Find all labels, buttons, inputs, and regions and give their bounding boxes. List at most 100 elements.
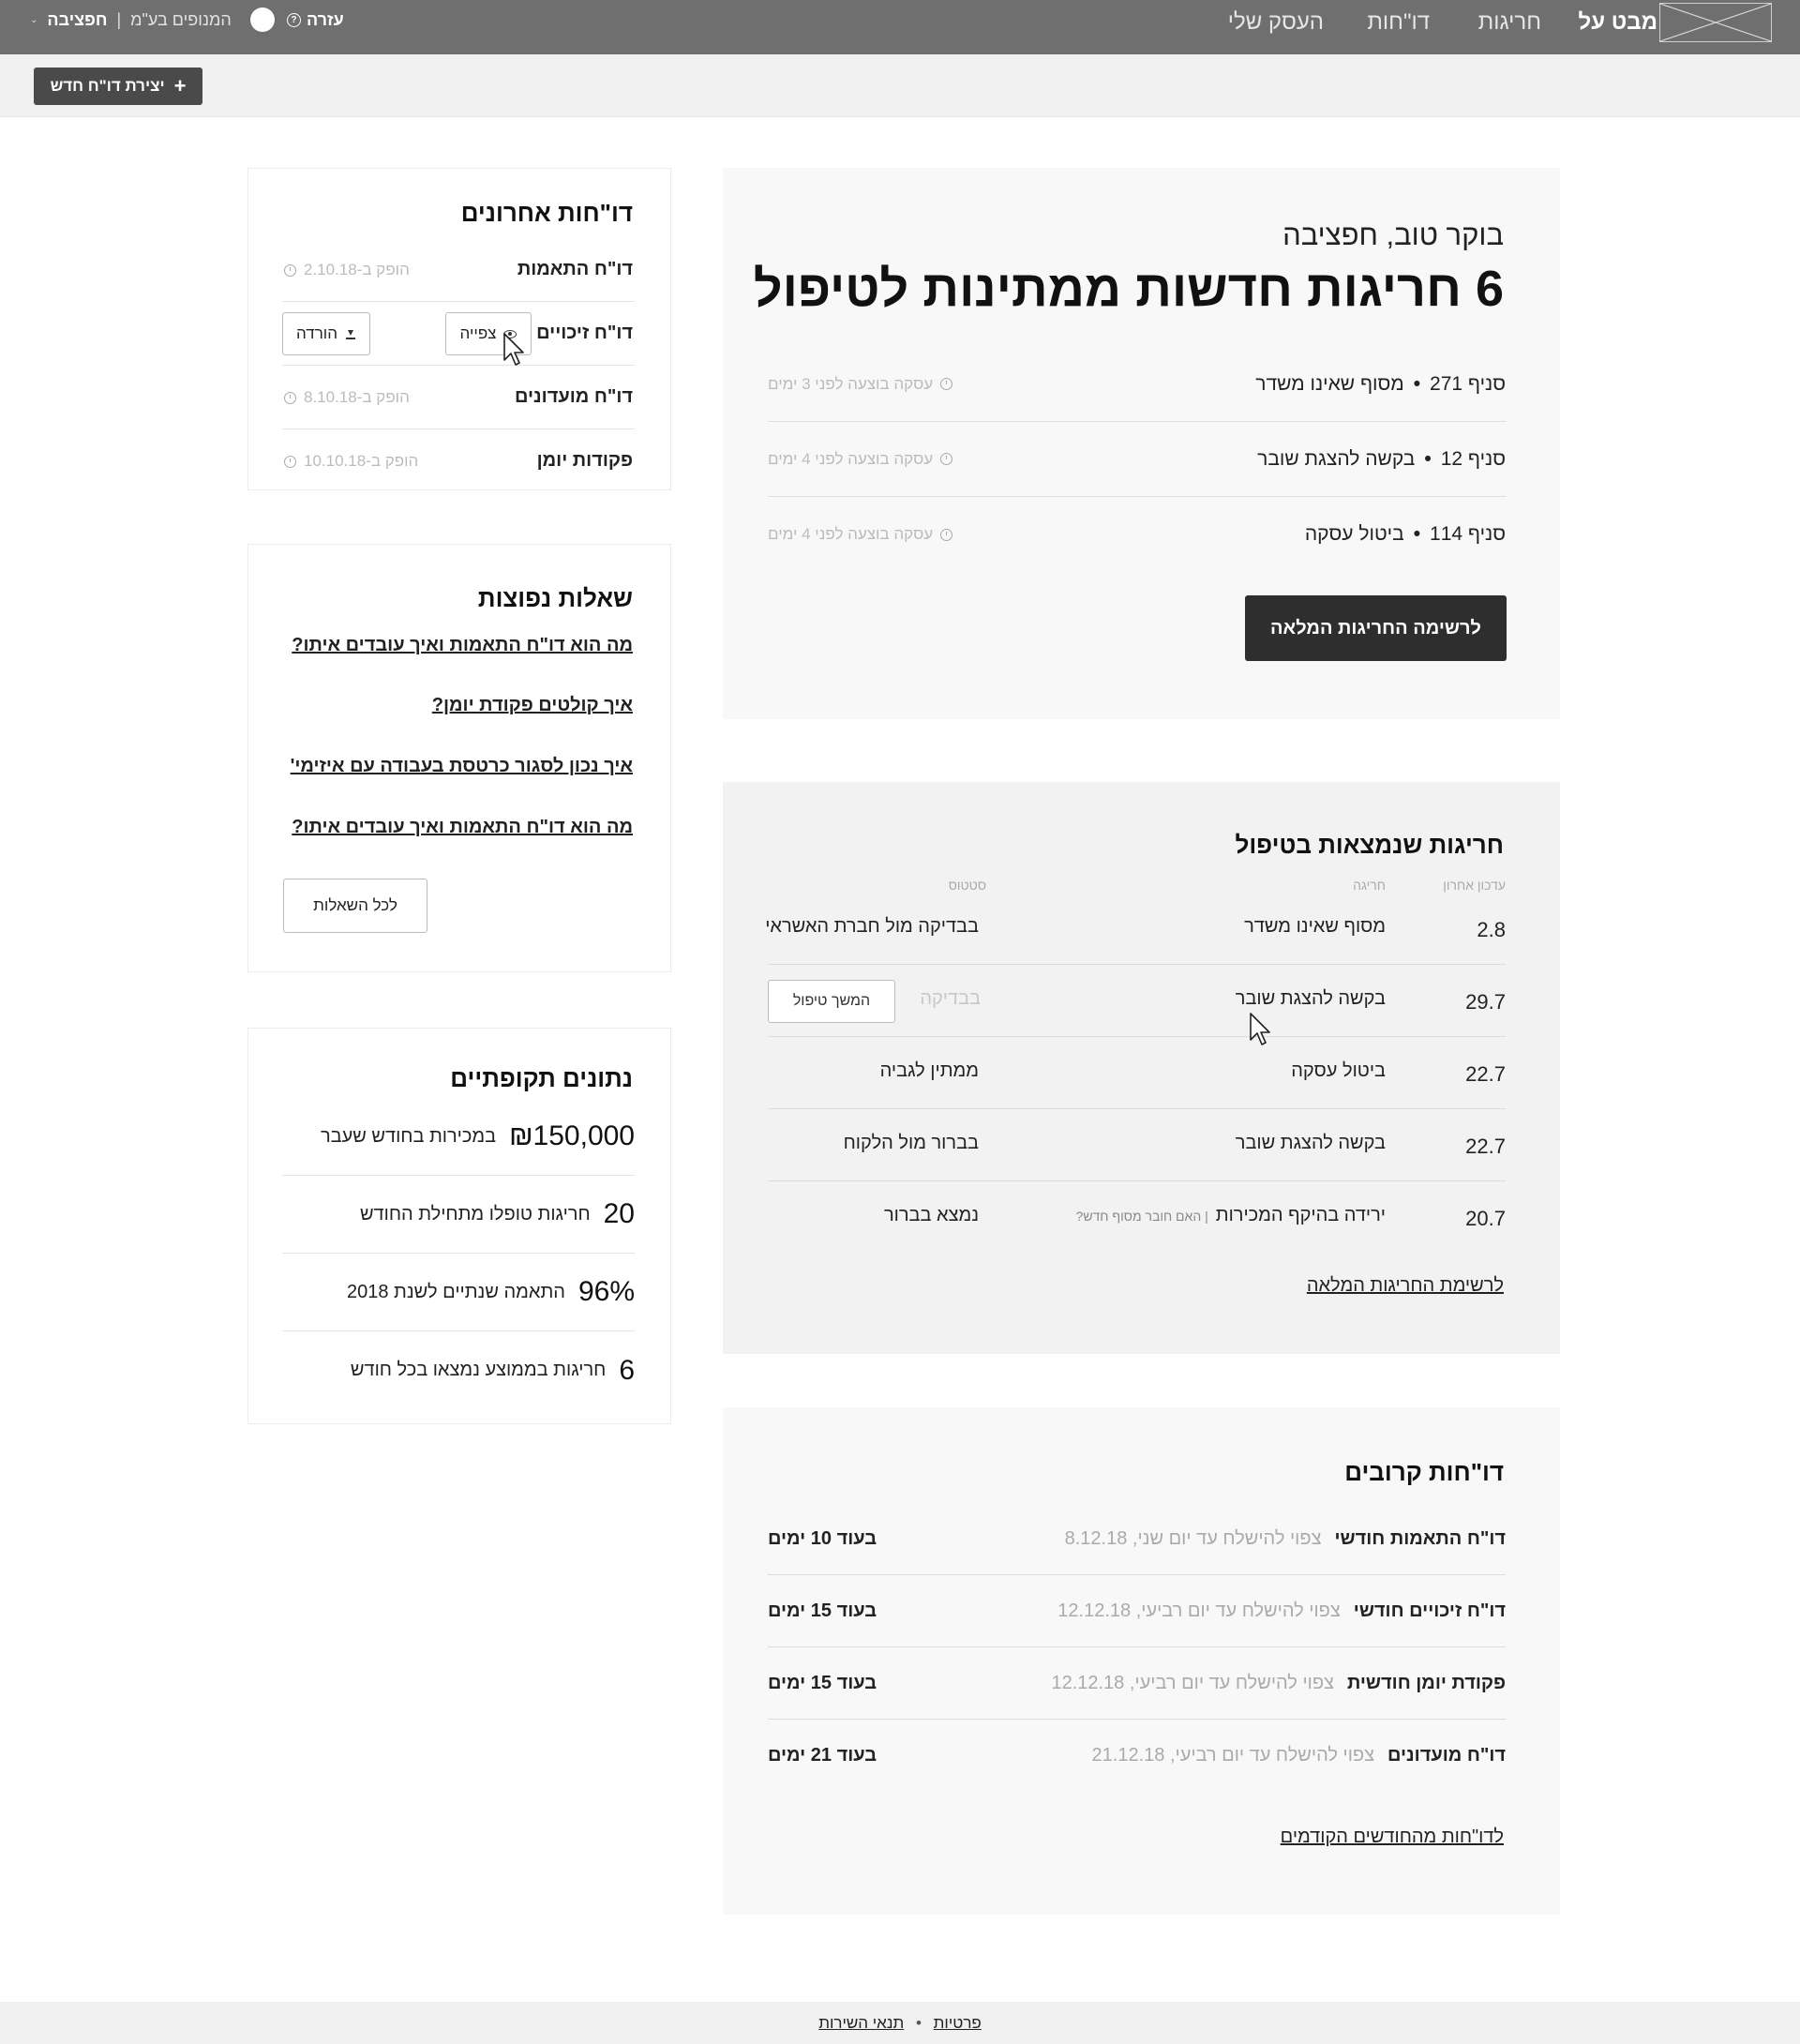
new-report-button[interactable]: + יצירת דו"ח חדש (34, 68, 202, 105)
table-row[interactable]: 2.8 מסוף שאינו משדר בבדיקה מול חברת האשר… (765, 893, 1506, 965)
report-info: דו"ח מועדונים צפוי להישלח עד יום רביעי, 2… (1092, 1745, 1506, 1766)
stat-row: 96% התאמה שנתיים לשנת 2018 (282, 1254, 635, 1331)
page-title: 6 חריגות חדשות ממתינות לטיפול (753, 261, 1504, 317)
view-label: צפייה (459, 324, 497, 342)
exception-item[interactable]: סניף 12 • בקשה להצגת שובר עסקה בוצעה לפני … (768, 422, 1506, 497)
avatar[interactable] (249, 8, 275, 32)
clock-icon (940, 528, 953, 541)
faq-link[interactable]: איך קולטים פקודת יומן? (432, 695, 633, 716)
clock-icon (284, 263, 296, 277)
stat-row: ₪150,000 במכירות בחודש שעבר (282, 1098, 635, 1176)
nav-reports[interactable]: דו"חות (1367, 9, 1430, 36)
continue-handling-button[interactable]: המשך טיפול (768, 980, 895, 1023)
list-item[interactable]: דו"ח התאמות חודשי צפוי להישלח עד יום שני,… (768, 1503, 1506, 1575)
footer: פרטיות • תנאי השירות (0, 2002, 1800, 2044)
exception-desc: בקשה להצגת שובר (1257, 447, 1416, 470)
row-date: 22.7 (1465, 1135, 1506, 1158)
stat-label: התאמה שנתיים לשנת 2018 (346, 1281, 565, 1302)
report-meta: הופק ב-8.10.18 (284, 388, 410, 407)
column-header-issue: חריגה (1353, 878, 1386, 893)
exception-main: סניף 12 • בקשה להצגת שובר (1257, 448, 1506, 471)
exception-item[interactable]: סניף 114 • ביטול עסקה עסקה בוצעה לפני 4 ימ… (768, 497, 1506, 572)
clock-icon (940, 378, 953, 390)
section-title: חריגות שנמצאות בטיפול (1235, 831, 1504, 859)
logo-placeholder-icon[interactable] (1659, 3, 1772, 42)
nav-exceptions[interactable]: חריגות (1478, 9, 1541, 36)
full-exceptions-link[interactable]: לרשימת החריגות המלאה (1307, 1275, 1504, 1297)
faq-card: שאלות נפוצות מה הוא דו"ח התאמות ואיך עוב… (248, 544, 671, 972)
exception-branch: סניף 271 (1430, 372, 1506, 395)
top-navigation-bar: מבט על חריגות דו"חות העסק שלי עזרה ? ⌄ ח… (0, 0, 1800, 54)
full-exceptions-list-button[interactable]: לרשימה החריגות המלאה (1245, 595, 1507, 661)
exception-item[interactable]: סניף 271 • מסוף שאינו משדר עסקה בוצעה לפני… (768, 347, 1506, 422)
download-button[interactable]: הורדה (282, 312, 370, 355)
bullet: • (1424, 447, 1432, 470)
in-progress-exceptions-panel: חריגות שנמצאות בטיפול עדכון אחרון חריגה … (723, 782, 1560, 1354)
clock-icon (284, 391, 296, 404)
list-item[interactable]: פקודות יומן הופק ב-10.10.18 (282, 429, 635, 493)
exception-branch: סניף 114 (1430, 523, 1506, 545)
row-date: 2.8 (1477, 918, 1506, 941)
help-link[interactable]: עזרה ? (287, 10, 344, 30)
row-status: בבדיקה מול חברת האשראי (765, 916, 979, 937)
exception-meta-text: עסקה בוצעה לפני 4 ימים (768, 525, 934, 543)
row-issue: בקשה להצגת שובר (1235, 988, 1386, 1009)
row-status: בברור מול הלקוח (843, 1133, 979, 1153)
faq-link[interactable]: איך נכון לסגור כרטסת בעבודה עם איזימי' (291, 756, 633, 777)
row-date: 20.7 (1465, 1207, 1506, 1230)
report-name: דו"ח זיכויים חודשי (1353, 1600, 1506, 1621)
privacy-link[interactable]: פרטיות (934, 2014, 982, 2032)
card-title: נתונים תקופתיים (450, 1064, 633, 1092)
help-label: עזרה (307, 10, 344, 29)
plus-icon: + (173, 74, 187, 98)
help-icon: ? (287, 13, 301, 27)
clock-icon (940, 453, 953, 465)
account-company: המנופים בע"מ (130, 9, 232, 29)
exception-desc: מסוף שאינו משדר (1255, 372, 1404, 395)
list-item[interactable]: דו"ח זיכויים צפייה הורדה (282, 302, 635, 366)
list-item[interactable]: דו"ח מועדונים הופק ב-8.10.18 (282, 366, 635, 429)
report-meta-text: הופק ב-2.10.18 (304, 261, 410, 278)
nav-my-business[interactable]: העסק שלי (1228, 9, 1324, 36)
exception-meta: עסקה בוצעה לפני 4 ימים (768, 449, 953, 469)
stat-label: במכירות בחודש שעבר (320, 1125, 497, 1147)
action-bar: + יצירת דו"ח חדש (0, 54, 1800, 117)
list-item[interactable]: פקודת יומן חודשית צפוי להישלח עד יום רביע… (768, 1647, 1506, 1720)
all-questions-button[interactable]: לכל השאלות (283, 879, 428, 933)
row-issue: ירידה בהיקף המכירות | האם חובר מסוף חדש? (1076, 1205, 1386, 1226)
report-note: צפוי להישלח עד יום שני, 8.12.18 (1064, 1527, 1322, 1549)
account-menu[interactable]: ⌄ חפציבה | המנופים בע"מ (30, 8, 275, 32)
row-issue-text: ירידה בהיקף המכירות (1215, 1205, 1386, 1225)
report-info: דו"ח זיכויים חודשי צפוי להישלח עד יום רבי… (1058, 1601, 1506, 1622)
footer-separator: • (915, 2014, 922, 2032)
list-item[interactable]: דו"ח התאמות הופק ב-2.10.18 (282, 238, 635, 302)
exception-branch: סניף 12 (1440, 447, 1506, 470)
exception-meta-text: עסקה בוצעה לפני 3 ימים (768, 374, 934, 393)
report-info: דו"ח התאמות חודשי צפוי להישלח עד יום שני,… (1065, 1528, 1506, 1550)
faq-link[interactable]: מה הוא דו"ח התאמות ואיך עובדים איתו? (292, 817, 633, 838)
list-item[interactable]: דו"ח זיכויים חודשי צפוי להישלח עד יום רבי… (768, 1575, 1506, 1647)
faq-link[interactable]: מה הוא דו"ח התאמות ואיך עובדים איתו? (292, 635, 633, 656)
report-due: בעוד 15 ימים (768, 1600, 878, 1621)
stat-row: 20 חריגות טופלו מתחילת החודש (282, 1176, 635, 1254)
row-date: 29.7 (1465, 990, 1506, 1014)
eye-icon (503, 329, 518, 338)
previous-reports-link[interactable]: לדו"חות מהחודשים הקודמים (1281, 1826, 1504, 1848)
report-name: פקודות יומן (536, 450, 633, 471)
table-row[interactable]: 20.7 ירידה בהיקף המכירות | האם חובר מסוף … (768, 1181, 1506, 1254)
nav-overview[interactable]: מבט על (1578, 9, 1658, 36)
view-button[interactable]: צפייה (445, 312, 532, 355)
terms-link[interactable]: תנאי השירות (818, 2014, 904, 2032)
chevron-down-icon: ⌄ (30, 14, 38, 25)
report-meta: הופק ב-2.10.18 (284, 261, 410, 279)
table-row[interactable]: 22.7 ביטול עסקה ממתין לגביה (768, 1037, 1506, 1109)
table-row[interactable]: 29.7 בקשה להצגת שובר בבדיקה המשך טיפול (768, 965, 1506, 1037)
upcoming-reports-panel: דו"חות קרובים דו"ח התאמות חודשי צפוי להיש… (723, 1407, 1560, 1915)
table-row[interactable]: 22.7 בקשה להצגת שובר בברור מול הלקוח (768, 1109, 1506, 1181)
stat-label: חריגות בממוצע נמצאו בכל חודש (350, 1360, 607, 1380)
stat-value: 6 (619, 1354, 635, 1386)
stat-label: חריגות טופלו מתחילת החודש (359, 1203, 591, 1225)
bullet: • (1413, 372, 1421, 395)
exception-meta-text: עסקה בוצעה לפני 4 ימים (768, 449, 934, 468)
list-item[interactable]: דו"ח מועדונים צפוי להישלח עד יום רביעי, 2… (768, 1720, 1506, 1792)
